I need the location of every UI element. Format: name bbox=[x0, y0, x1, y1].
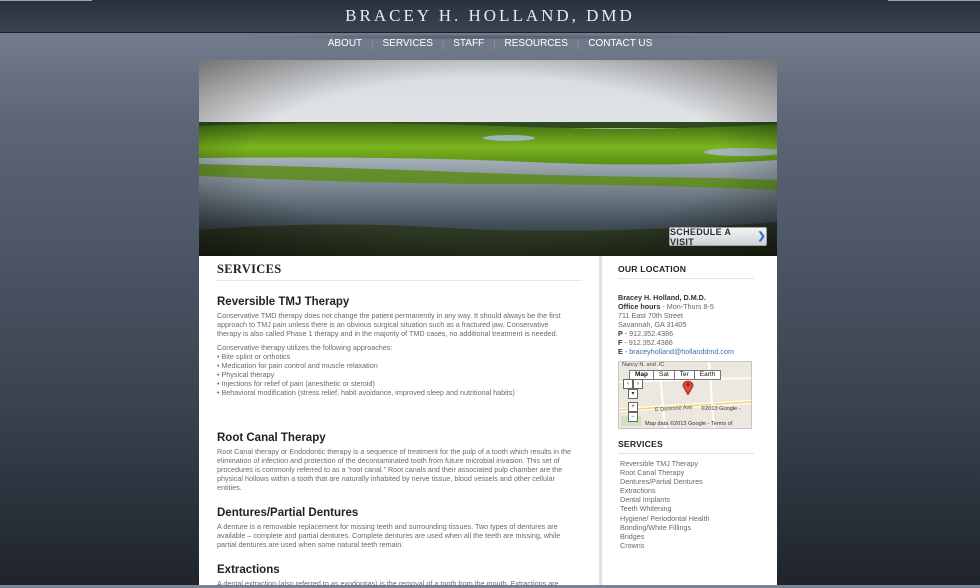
nav-about[interactable]: ABOUT bbox=[319, 38, 371, 49]
section-paragraph: A dental extraction (also referred to as… bbox=[217, 579, 559, 588]
map-copyright: ©2013 Google - bbox=[701, 406, 741, 412]
service-section-extractions: Extractions A dental extraction (also re… bbox=[217, 564, 572, 588]
map-pan-down-icon[interactable]: ▾ bbox=[628, 389, 638, 399]
section-paragraph: Root Canal therapy or Endodontic therapy… bbox=[217, 447, 571, 492]
practice-name: Bracey H. Holland, D.M.D. bbox=[618, 293, 706, 302]
chevron-right-icon: ❯ bbox=[757, 231, 766, 242]
section-heading: Reversible TMJ Therapy bbox=[217, 296, 350, 308]
hero-banner: SCHEDULE A VISIT ❯ bbox=[199, 60, 777, 256]
service-link[interactable]: Teeth Whitening bbox=[620, 504, 710, 513]
service-link[interactable]: Reversible TMJ Therapy bbox=[620, 459, 710, 468]
site-title[interactable]: BRACEY H. HOLLAND, DMD bbox=[0, 6, 980, 26]
map-zoom-out-icon[interactable]: − bbox=[628, 412, 638, 422]
content-frame: SCHEDULE A VISIT ❯ SERVICES Reversible T… bbox=[199, 60, 777, 588]
service-section-dentures: Dentures/Partial Dentures A denture is a… bbox=[217, 507, 572, 549]
nav-contact-us[interactable]: CONTACT US bbox=[579, 38, 661, 49]
services-divider bbox=[618, 453, 754, 454]
service-link[interactable]: Hygiene/ Periodontal Health bbox=[620, 514, 710, 523]
map-pan-right-icon[interactable]: › bbox=[633, 379, 643, 389]
section-heading: Root Canal Therapy bbox=[217, 432, 326, 444]
service-link[interactable]: Root Canal Therapy bbox=[620, 468, 710, 477]
map-zoom-in-icon[interactable]: + bbox=[628, 402, 638, 412]
hours-label: Office hours bbox=[618, 302, 661, 311]
location-map[interactable]: Nancy N. and JC Map Sat Ter Earth ‹ › ▾ … bbox=[618, 361, 752, 429]
service-link[interactable]: Crowns bbox=[620, 541, 710, 550]
map-pan-left-icon[interactable]: ‹ bbox=[623, 379, 633, 389]
header-edge-right bbox=[888, 0, 980, 1]
header-bar: BRACEY H. HOLLAND, DMD bbox=[0, 0, 980, 33]
map-marker-icon bbox=[682, 380, 694, 395]
email-label: E bbox=[618, 347, 623, 356]
service-link[interactable]: Extractions bbox=[620, 486, 710, 495]
service-link[interactable]: Bridges bbox=[620, 532, 710, 541]
nav-resources[interactable]: RESOURCES bbox=[496, 38, 577, 49]
services-heading: SERVICES bbox=[618, 439, 663, 449]
service-section-root-canal: Root Canal Therapy Root Canal therapy or… bbox=[217, 432, 572, 492]
map-footer: Map data ©2013 Google - Terms of bbox=[645, 421, 733, 427]
map-tab-sat[interactable]: Sat bbox=[653, 370, 675, 380]
contact-block: Bracey H. Holland, D.M.D. Office hours -… bbox=[618, 293, 768, 356]
page-title: SERVICES bbox=[217, 262, 282, 276]
fax-value: - 912.352.4386 bbox=[622, 338, 673, 347]
map-street-label: Nancy N. and JC bbox=[622, 362, 665, 368]
section-paragraph: A denture is a removable replacement for… bbox=[217, 522, 561, 549]
nav-staff[interactable]: STAFF bbox=[444, 38, 493, 49]
main-nav: ABOUT | SERVICES | STAFF | RESOURCES | C… bbox=[0, 38, 980, 49]
service-link[interactable]: Bonding/White Fillings bbox=[620, 523, 710, 532]
city-address: Savannah, GA 31405 bbox=[618, 320, 687, 329]
service-link[interactable]: Dentures/Partial Dentures bbox=[620, 477, 710, 486]
services-list: Reversible TMJ Therapy Root Canal Therap… bbox=[620, 459, 710, 550]
section-heading: Dentures/Partial Dentures bbox=[217, 507, 359, 519]
street-address: 711 East 70th Street bbox=[618, 311, 683, 320]
map-tab-earth[interactable]: Earth bbox=[693, 370, 722, 380]
nav-services[interactable]: SERVICES bbox=[374, 38, 442, 49]
title-divider bbox=[217, 280, 582, 281]
main-content: SERVICES Reversible TMJ Therapy Conserva… bbox=[199, 256, 602, 588]
schedule-visit-button[interactable]: SCHEDULE A VISIT ❯ bbox=[669, 226, 767, 247]
section-paragraph: Conservative therapy utilizes the follow… bbox=[217, 343, 515, 397]
section-paragraph: Conservative TMD therapy does not change… bbox=[217, 311, 561, 338]
schedule-visit-label: SCHEDULE A VISIT bbox=[670, 226, 731, 247]
location-divider bbox=[618, 278, 754, 279]
service-link[interactable]: Dental Implants bbox=[620, 495, 710, 504]
email-link[interactable]: braceyholland@hollanddmd.com bbox=[629, 347, 734, 356]
header-edge-left bbox=[0, 0, 92, 1]
hours-value: - Mon-Thurs 8-5 bbox=[660, 302, 714, 311]
location-heading: OUR LOCATION bbox=[618, 264, 687, 274]
section-heading: Extractions bbox=[217, 564, 280, 576]
service-section-tmj: Reversible TMJ Therapy Conservative TMD … bbox=[217, 296, 572, 397]
phone-value: - 912.352.4386 bbox=[622, 329, 674, 338]
sidebar: OUR LOCATION Bracey H. Holland, D.M.D. O… bbox=[602, 256, 777, 585]
